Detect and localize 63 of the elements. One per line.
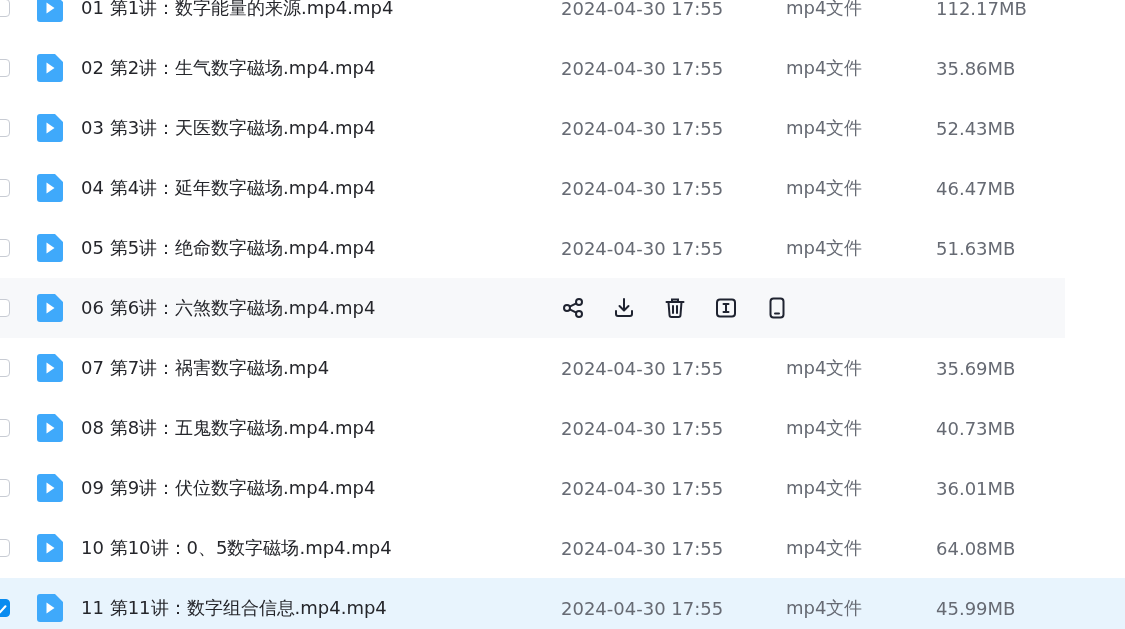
delete-icon[interactable] [663,296,687,320]
modified-date: 2024-04-30 17:55 [561,357,725,379]
file-type: mp4文件 [786,416,864,440]
file-type: mp4文件 [786,476,864,500]
modified-date: 2024-04-30 17:55 [561,477,725,499]
file-type: mp4文件 [786,236,864,260]
share-icon[interactable] [561,296,585,320]
file-row[interactable]: 09 第9讲：伏位数字磁场.mp4.mp4 2024-04-30 17:55 mp4文件 36.01MB [0,458,1125,518]
modified-date: 2024-04-30 17:55 [561,57,725,79]
file-size: 46.47MB [936,177,1016,199]
file-name[interactable]: 11 第11讲：数字组合信息.mp4.mp4 [81,596,561,620]
file-type: mp4文件 [786,176,864,200]
file-name[interactable]: 02 第2讲：生气数字磁场.mp4.mp4 [81,56,561,80]
file-size: 35.69MB [936,357,1016,379]
file-name[interactable]: 05 第5讲：绝命数字磁场.mp4.mp4 [81,236,561,260]
video-file-icon [37,474,63,502]
file-type: mp4文件 [786,56,864,80]
file-size: 35.86MB [936,57,1016,79]
file-size: 52.43MB [936,117,1016,139]
file-size: 36.01MB [936,477,1016,499]
file-row[interactable]: 11 第11讲：数字组合信息.mp4.mp4 2024-04-30 17:55 mp4文件 45.99MB [0,578,1125,629]
modified-date: 2024-04-30 17:55 [561,237,725,259]
file-type: mp4文件 [786,536,864,560]
file-type: mp4文件 [786,596,864,620]
file-name[interactable]: 10 第10讲：0、5数字磁场.mp4.mp4 [81,536,561,560]
modified-date: 2024-04-30 17:55 [561,177,725,199]
file-name[interactable]: 04 第4讲：延年数字磁场.mp4.mp4 [81,176,561,200]
video-file-icon [37,354,63,382]
file-row[interactable]: 04 第4讲：延年数字磁场.mp4.mp4 2024-04-30 17:55 mp4文件 46.47MB [0,158,1125,218]
video-file-icon [37,414,63,442]
text-field-icon[interactable] [714,296,738,320]
file-name[interactable]: 03 第3讲：天医数字磁场.mp4.mp4 [81,116,561,140]
video-file-icon [37,234,63,262]
file-row[interactable]: 03 第3讲：天医数字磁场.mp4.mp4 2024-04-30 17:55 mp4文件 52.43MB [0,98,1125,158]
video-file-icon [37,594,63,622]
file-name[interactable]: 06 第6讲：六煞数字磁场.mp4.mp4 [81,296,561,320]
file-row[interactable]: 02 第2讲：生气数字磁场.mp4.mp4 2024-04-30 17:55 mp4文件 35.86MB [0,38,1125,98]
video-file-icon [37,54,63,82]
video-file-icon [37,294,63,322]
file-name[interactable]: 09 第9讲：伏位数字磁场.mp4.mp4 [81,476,561,500]
video-file-icon [37,114,63,142]
file-row[interactable]: 06 第6讲：六煞数字磁场.mp4.mp4 [0,278,1065,338]
modified-date: 2024-04-30 17:55 [561,0,725,19]
video-file-icon [37,534,63,562]
modified-date: 2024-04-30 17:55 [561,117,725,139]
file-size: 112.17MB [936,0,1027,19]
file-name[interactable]: 08 第8讲：五鬼数字磁场.mp4.mp4 [81,416,561,440]
file-name[interactable]: 07 第7讲：祸害数字磁场.mp4 [81,356,561,380]
modified-date: 2024-04-30 17:55 [561,417,725,439]
file-row[interactable]: 05 第5讲：绝命数字磁场.mp4.mp4 2024-04-30 17:55 mp4文件 51.63MB [0,218,1125,278]
file-type: mp4文件 [786,116,864,140]
file-type: mp4文件 [786,356,864,380]
download-icon[interactable] [612,296,636,320]
file-row[interactable]: 10 第10讲：0、5数字磁场.mp4.mp4 2024-04-30 17:55 mp4文件 64.08MB [0,518,1125,578]
file-size: 64.08MB [936,537,1016,559]
file-size: 40.73MB [936,417,1016,439]
video-file-icon [37,174,63,202]
modified-date: 2024-04-30 17:55 [561,537,725,559]
file-size: 51.63MB [936,237,1016,259]
modified-date: 2024-04-30 17:55 [561,597,725,619]
file-size: 45.99MB [936,597,1016,619]
file-row[interactable]: 07 第7讲：祸害数字磁场.mp4 2024-04-30 17:55 mp4文件 35.69MB [0,338,1125,398]
file-row[interactable]: 08 第8讲：五鬼数字磁场.mp4.mp4 2024-04-30 17:55 mp4文件 40.73MB [0,398,1125,458]
